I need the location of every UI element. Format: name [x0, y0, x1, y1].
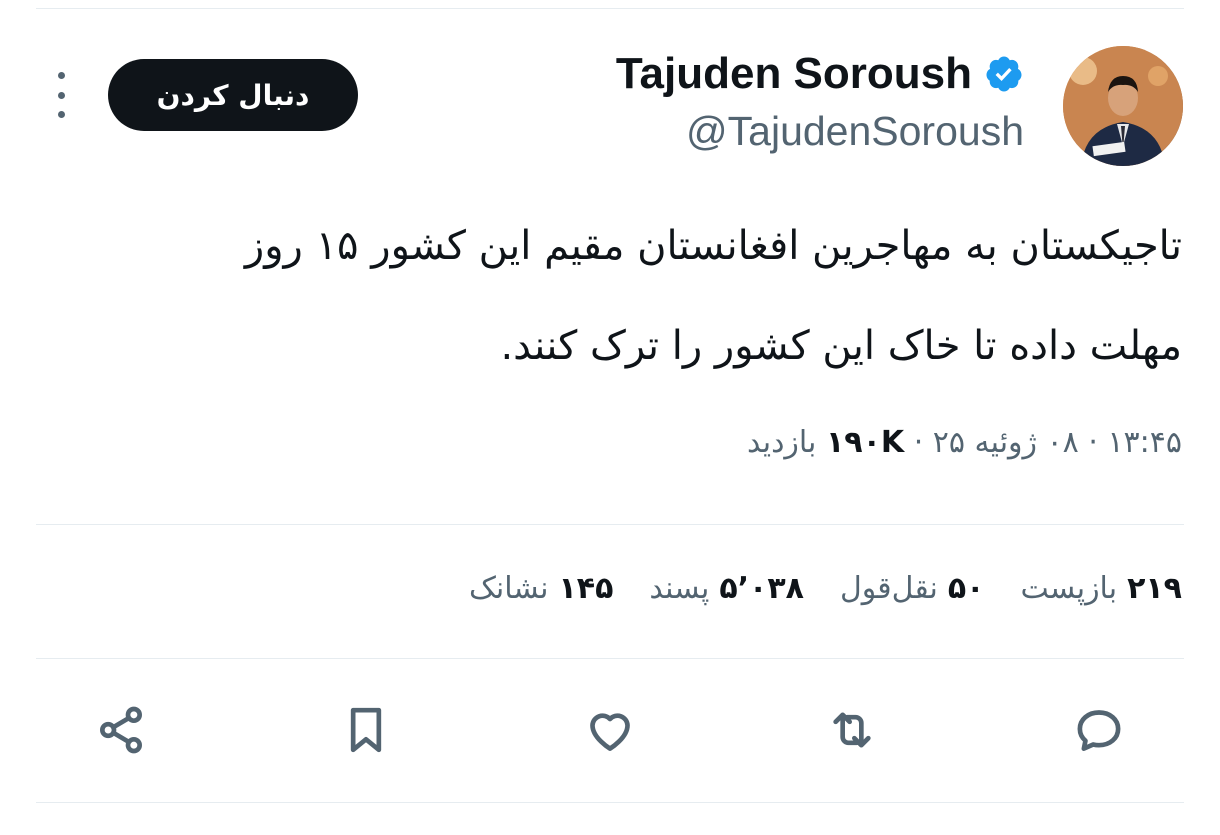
- more-vertical-icon[interactable]: [50, 72, 72, 118]
- likes-stat[interactable]: ۵٬۰۳۸ پسند: [649, 564, 804, 614]
- quotes-label: نقل‌قول: [839, 571, 938, 606]
- bookmark-icon[interactable]: [336, 700, 396, 760]
- share-icon[interactable]: [91, 700, 151, 760]
- tweet-meta: ۱۳:۴۵ · ۰۸ ژوئیه ۲۵ · ۱۹۰K بازدید: [747, 418, 1182, 468]
- meta-separator: ·: [1088, 425, 1098, 460]
- quotes-stat[interactable]: ۵۰ نقل‌قول: [840, 564, 985, 614]
- tweet-text: تاجیکستان به مهاجرین افغانستان مقیم این …: [244, 223, 1182, 369]
- author-handle[interactable]: @TajudenSoroush: [616, 104, 1024, 158]
- views-label: بازدید: [746, 425, 817, 460]
- author-block[interactable]: Tajuden Soroush @TajudenSoroush: [616, 48, 1024, 158]
- bookmarks-stat[interactable]: ۱۴۵ نشانک: [469, 564, 613, 614]
- author-name[interactable]: Tajuden Soroush: [616, 48, 972, 100]
- reposts-label: بازپست: [1020, 571, 1118, 606]
- more-dot: [57, 72, 65, 79]
- more-dot: [57, 111, 65, 118]
- reposts-count: ۲۱۹: [1127, 571, 1182, 606]
- avatar[interactable]: [1063, 46, 1183, 166]
- retweet-icon[interactable]: [822, 700, 882, 760]
- more-dot: [57, 91, 65, 99]
- reply-icon[interactable]: [1069, 700, 1129, 760]
- tweet-date[interactable]: ۰۸ ژوئیه ۲۵: [933, 425, 1079, 460]
- engagement-stats: ۲۱۹ بازپست ۵۰ نقل‌قول ۵٬۰۳۸ پسند ۱۴۵ نشا…: [469, 564, 1182, 614]
- like-icon[interactable]: [580, 700, 640, 760]
- bottom-divider: [36, 802, 1184, 803]
- likes-label: پسند: [649, 571, 710, 606]
- verified-badge-icon: [984, 54, 1024, 94]
- tweet-detail-page: Tajuden Soroush @TajudenSoroush دنبال کر…: [0, 0, 1220, 835]
- views-count: ۱۹۰K: [825, 425, 905, 460]
- follow-button[interactable]: دنبال کردن: [108, 59, 358, 131]
- bookmarks-label: نشانک: [469, 571, 549, 606]
- avatar-image-icon: [1063, 46, 1183, 166]
- likes-count: ۵٬۰۳۸: [719, 571, 804, 606]
- author-name-row: Tajuden Soroush: [616, 48, 1024, 100]
- reposts-stat[interactable]: ۲۱۹ بازپست: [1021, 564, 1183, 614]
- bookmarks-count: ۱۴۵: [558, 571, 614, 606]
- tweet-time[interactable]: ۱۳:۴۵: [1107, 425, 1182, 460]
- quotes-count: ۵۰: [947, 571, 985, 606]
- top-divider: [36, 8, 1184, 9]
- meta-separator: ·: [913, 425, 924, 460]
- divider: [36, 658, 1184, 659]
- divider: [36, 524, 1184, 525]
